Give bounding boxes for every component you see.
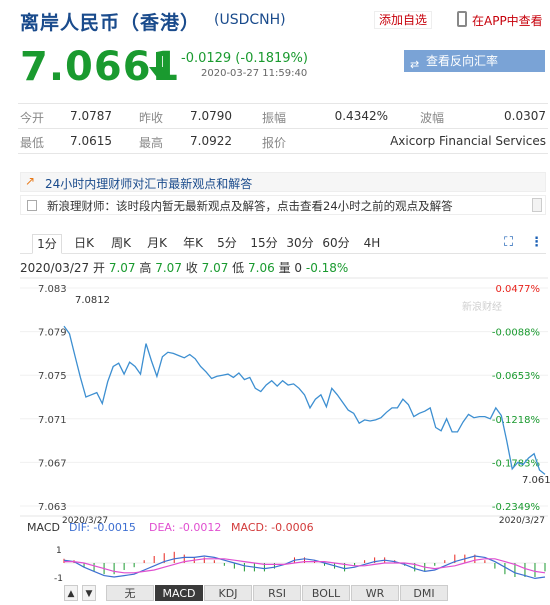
tab-weekly[interactable]: 周K [106,234,136,254]
tab-daily[interactable]: 日K [69,234,99,254]
down-arrow-icon [149,52,169,80]
ohlc-close-label: 收 [185,261,198,275]
y-tick-pct-label: -0.0653% [492,371,540,382]
chart-watermark: 新浪财经 [462,300,502,313]
ohlc-close: 7.07 [201,261,229,275]
scroll-up-button[interactable]: ▲ [64,585,78,601]
advisor-news-header[interactable]: ↗ 24小时内理财师对汇市最新观点和解答 [20,172,546,192]
tab-15min[interactable]: 15分 [248,234,280,254]
tab-1min[interactable]: 1分 [32,234,62,254]
ohlc-open-label: 开 [93,261,106,275]
stat-label-low: 最低 [20,136,45,150]
ohlc-high-label: 高 [139,261,152,275]
reverse-rate-button[interactable]: ⇄ 查看反向汇率 [404,50,545,72]
page-title: 离岸人民币（香港） [20,12,201,34]
macd-dif: DIF: -0.0015 [69,521,136,534]
ohlc-summary: 2020/03/27 开 7.07 高 7.07 收 7.07 低 7.06 量… [20,259,348,276]
price-chart[interactable]: 7.083 0.0477% 7.079 -0.0088% 7.075 -0.0653% 7.… [0,276,550,526]
ohlc-low-label: 低 [232,261,245,275]
y-tick-label: 7.063 [38,502,67,513]
stat-value-prev-close: 7.0790 [190,109,232,123]
stat-label-open: 今开 [20,111,45,125]
low-annotation: 7.0615 [522,475,550,486]
y-tick-label: 7.067 [38,458,67,469]
ohlc-vol: 0 [294,261,303,275]
y-tick-label: 7.083 [38,284,67,295]
ohlc-pct: -0.18% [305,261,349,275]
y-tick-pct-label: 0.0477% [496,284,541,295]
currency-symbol: (USDCNH) [214,12,286,28]
more-options-icon[interactable]: ⋮ [530,235,543,250]
y-tick-label: 7.079 [38,328,67,339]
price-series-line [63,325,546,475]
divider [18,128,548,129]
period-tabs: 1分 日K 周K 月K 年K 5分 15分 30分 60分 4H ⛶ ⋮ [20,232,546,254]
swap-icon: ⇄ [410,58,420,71]
tab-5min[interactable]: 5分 [214,234,240,254]
advisor-news-text: 新浪理财师：该时段内暂无最新观点及解答，点击查看24小时之前的观点及解答 [47,199,453,213]
y-tick-pct-label: -0.0088% [492,328,540,339]
ohlc-open: 7.07 [108,261,136,275]
advisor-news-item[interactable]: 新浪理财师：该时段内暂无最新观点及解答，点击查看24小时之前的观点及解答 [20,195,546,215]
stat-label-amplitude: 振幅 [262,111,287,125]
divider [18,153,548,154]
quote-timestamp: 2020-03-27 11:59:40 [201,68,308,79]
stat-label-prev-close: 昨收 [139,111,164,125]
indicator-tab-wr[interactable]: WR [351,585,399,601]
ohlc-high: 7.07 [155,261,182,275]
stat-value-range: 0.0307 [504,109,546,123]
indicator-tab-kdj[interactable]: KDJ [204,585,252,601]
high-annotation: 7.0812 [75,295,110,306]
tab-60min[interactable]: 60分 [320,234,352,254]
ohlc-low: 7.06 [248,261,275,275]
phone-icon [457,11,467,27]
y-tick-label: 7.075 [38,371,67,382]
document-icon [27,200,37,211]
tab-yearly[interactable]: 年K [178,234,208,254]
fullscreen-icon[interactable]: ⛶ [504,235,513,250]
indicator-tab-dmi[interactable]: DMI [400,585,448,601]
scroll-down-button[interactable]: ▼ [82,585,96,601]
stat-label-high: 最高 [139,136,164,150]
macd-y-tick: 1 [56,546,62,556]
divider [18,103,548,104]
stat-label-quote-source: 报价 [262,136,287,150]
macd-label: MACD [27,521,60,534]
macd-chart[interactable]: MACD DIF: -0.0015 DEA: -0.0012 MACD: -0.000… [0,517,550,585]
view-in-app-button[interactable]: 在APP中查看 [472,12,543,29]
stat-value-low: 7.0615 [70,134,112,148]
indicator-tab-macd[interactable]: MACD [155,585,203,601]
macd-value: MACD: -0.0006 [231,521,314,534]
y-tick-pct-label: -0.2349% [492,502,540,513]
macd-dea: DEA: -0.0012 [149,521,221,534]
tab-monthly[interactable]: 月K [142,234,172,254]
price-change: -0.0129 (-0.1819%) [181,51,308,66]
advisor-news-headline: 24小时内理财师对汇市最新观点和解答 [45,177,253,191]
stat-value-amplitude: 0.4342% [334,109,388,123]
indicator-tab-boll[interactable]: BOLL [302,585,350,601]
stat-value-high: 7.0922 [190,134,232,148]
y-tick-pct-label: -0.1218% [492,415,540,426]
add-to-watchlist-button[interactable]: 添加自选 [374,11,433,29]
indicator-tab-none[interactable]: 无 [106,585,154,601]
macd-dif-line [63,555,546,580]
indicator-tab-rsi[interactable]: RSI [253,585,301,601]
ohlc-date: 2020/03/27 [20,261,90,275]
stat-value-quote-source: Axicorp Financial Services [390,134,546,148]
reverse-rate-label: 查看反向汇率 [426,54,499,68]
tab-30min[interactable]: 30分 [284,234,316,254]
scrollbar[interactable] [532,198,542,212]
macd-y-tick: -1 [54,574,63,584]
stat-value-open: 7.0787 [70,109,112,123]
tab-4h[interactable]: 4H [360,234,384,254]
ohlc-vol-label: 量 [278,261,291,275]
y-tick-label: 7.071 [38,415,67,426]
stat-label-range: 波幅 [420,111,445,125]
trend-icon: ↗ [25,174,36,188]
